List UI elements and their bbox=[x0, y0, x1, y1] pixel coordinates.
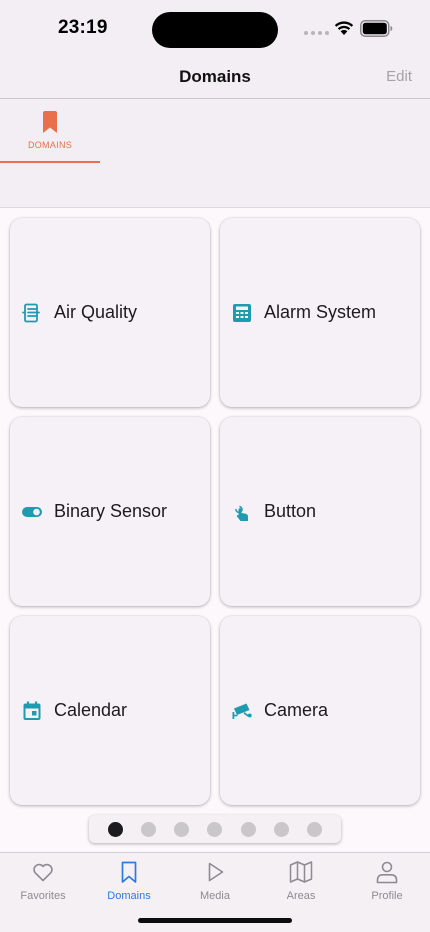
tab-areas[interactable]: Areas bbox=[258, 853, 344, 913]
domain-card-label: Binary Sensor bbox=[54, 501, 168, 521]
domain-card-camera[interactable]: Camera bbox=[220, 616, 420, 805]
tab-profile[interactable]: Profile bbox=[344, 853, 430, 913]
tab-domains-label: Domains bbox=[107, 890, 151, 902]
dynamic-island bbox=[152, 12, 278, 48]
page-dot[interactable] bbox=[174, 821, 190, 837]
page-dot[interactable] bbox=[240, 821, 256, 837]
top-tab-bar: DOMAINS bbox=[0, 99, 430, 208]
alarm-panel-icon bbox=[232, 303, 252, 323]
home-indicator bbox=[138, 918, 292, 923]
edit-button[interactable]: Edit bbox=[386, 68, 412, 85]
heart-icon bbox=[33, 863, 53, 882]
domain-card-alarm-system[interactable]: Alarm System bbox=[220, 218, 420, 407]
page-dot[interactable] bbox=[141, 821, 157, 837]
battery-icon bbox=[360, 20, 393, 37]
calendar-icon bbox=[22, 701, 42, 721]
tab-domains-label: DOMAINS bbox=[27, 140, 73, 150]
page-dot[interactable] bbox=[108, 821, 124, 837]
page-dot[interactable] bbox=[207, 821, 223, 837]
page-dot[interactable] bbox=[306, 821, 322, 837]
domain-card-label: Alarm System bbox=[264, 302, 377, 322]
bookmark-icon bbox=[121, 861, 137, 883]
cellular-signal-icon bbox=[304, 31, 329, 35]
tab-favorites[interactable]: Favorites bbox=[0, 853, 86, 913]
wifi-icon bbox=[334, 21, 354, 35]
tab-indicator bbox=[0, 161, 100, 163]
status-time: 23:19 bbox=[58, 17, 108, 38]
bookmark-icon bbox=[43, 111, 57, 133]
domain-card-air-quality[interactable]: Air Quality bbox=[10, 218, 210, 407]
toggle-switch-icon bbox=[22, 502, 42, 522]
cctv-icon bbox=[232, 701, 252, 721]
tab-media-label: Media bbox=[200, 890, 230, 902]
tab-domains[interactable]: DOMAINS bbox=[0, 99, 100, 163]
map-icon bbox=[289, 861, 313, 883]
tab-favorites-label: Favorites bbox=[20, 890, 66, 902]
domain-card-label: Calendar bbox=[54, 700, 128, 720]
tab-profile-label: Profile bbox=[371, 890, 403, 902]
status-bar: 23:19 bbox=[0, 0, 430, 58]
domain-card-label: Button bbox=[264, 501, 317, 521]
tab-areas-label: Areas bbox=[286, 890, 316, 902]
play-icon bbox=[208, 862, 224, 882]
gesture-tap-icon bbox=[232, 502, 252, 522]
navigation-bar: Domains Edit bbox=[0, 58, 430, 99]
domain-card-binary-sensor[interactable]: Binary Sensor bbox=[10, 417, 210, 606]
page-title: Domains bbox=[179, 67, 251, 86]
domain-card-calendar[interactable]: Calendar bbox=[10, 616, 210, 805]
page-indicator[interactable] bbox=[89, 815, 341, 843]
air-quality-icon bbox=[22, 303, 42, 323]
tab-domains-bottom[interactable]: Domains bbox=[86, 853, 172, 913]
domain-card-button[interactable]: Button bbox=[220, 417, 420, 606]
domain-card-label: Air Quality bbox=[54, 302, 138, 322]
tab-media[interactable]: Media bbox=[172, 853, 258, 913]
person-icon bbox=[376, 861, 398, 884]
page-dot[interactable] bbox=[273, 821, 289, 837]
domain-card-label: Camera bbox=[264, 700, 329, 720]
